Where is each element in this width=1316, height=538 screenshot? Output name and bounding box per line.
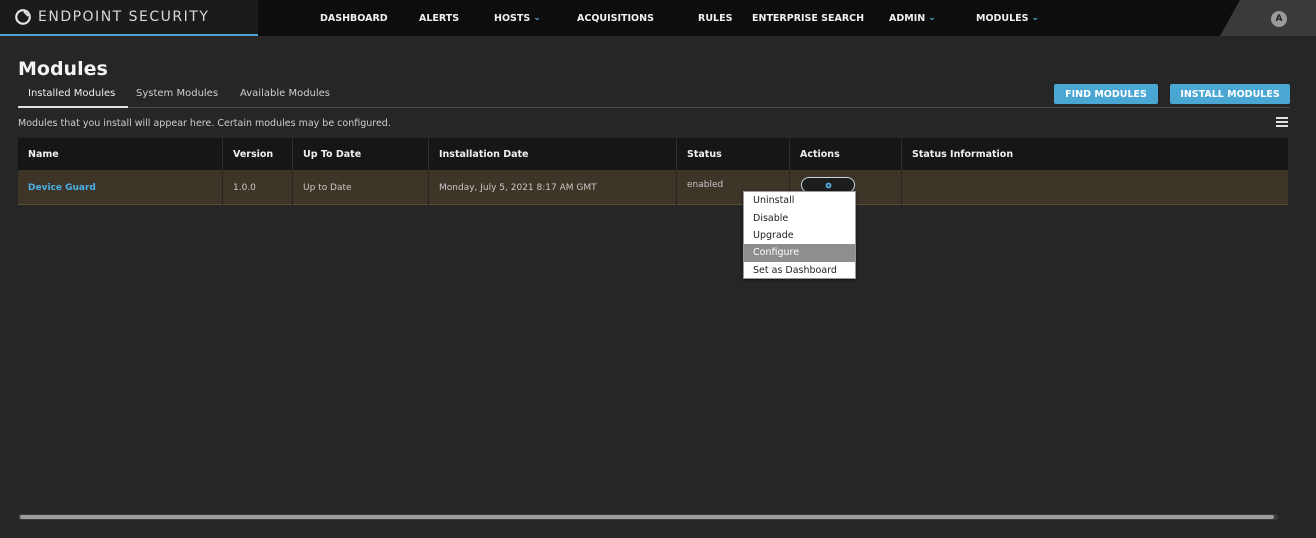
column-header-actions[interactable]: Actions	[789, 138, 901, 170]
module-installation-date: Monday, July 5, 2021 8:17 AM GMT	[428, 170, 676, 205]
menu-item-upgrade[interactable]: Upgrade	[744, 227, 855, 244]
menu-item-configure[interactable]: Configure	[744, 244, 855, 262]
tab-installed-modules[interactable]: Installed Modules	[28, 88, 115, 99]
table-row[interactable]: Device Guard 1.0.0 Up to Date Monday, Ju…	[18, 170, 1288, 205]
menu-item-uninstall[interactable]: Uninstall	[744, 192, 855, 209]
column-header-installation-date[interactable]: Installation Date	[428, 138, 676, 170]
nav-modules-label: MODULES	[976, 12, 1029, 24]
nav-rules-label: RULES	[698, 12, 733, 24]
nav-acquisitions[interactable]: ACQUISITIONS	[577, 0, 654, 36]
nav-dashboard[interactable]: DASHBOARD	[320, 0, 388, 36]
top-navigation-bar: ENDPOINT SECURITY DASHBOARD ALERTS HOSTS…	[0, 0, 1316, 36]
table-header: Name Version Up To Date Installation Dat…	[18, 138, 1288, 170]
nav-hosts-label: HOSTS	[494, 12, 531, 24]
brand-name: ENDPOINT SECURITY	[38, 9, 210, 25]
chevron-down-icon: ⌄	[533, 13, 541, 23]
list-view-icon[interactable]	[1276, 117, 1288, 127]
avatar[interactable]: A	[1271, 11, 1287, 27]
nav-modules[interactable]: MODULES ⌄	[976, 0, 1039, 36]
nav-dashboard-label: DASHBOARD	[320, 12, 388, 24]
column-header-name[interactable]: Name	[18, 138, 222, 170]
install-modules-button[interactable]: INSTALL MODULES	[1170, 84, 1290, 104]
chevron-down-icon: ⌄	[1031, 13, 1040, 23]
nav-admin[interactable]: ADMIN ⌄	[889, 0, 936, 36]
nav-rules[interactable]: RULES	[698, 0, 732, 36]
tab-divider	[18, 107, 1290, 108]
page-description: Modules that you install will appear her…	[18, 118, 391, 129]
column-header-status[interactable]: Status	[676, 138, 789, 170]
module-version: 1.0.0	[222, 170, 292, 205]
nav-alerts-label: ALERTS	[419, 12, 460, 24]
tab-available-modules[interactable]: Available Modules	[240, 88, 330, 99]
module-up-to-date: Up to Date	[292, 170, 428, 205]
module-status-information	[901, 170, 1288, 205]
find-modules-button[interactable]: FIND MODULES	[1054, 84, 1158, 104]
page-title: Modules	[18, 58, 108, 80]
horizontal-scrollbar-thumb[interactable]	[20, 515, 1274, 519]
menu-item-set-as-dashboard[interactable]: Set as Dashboard	[744, 262, 855, 279]
nav-enterprise-search[interactable]: ENTERPRISE SEARCH	[752, 0, 864, 36]
tab-system-modules[interactable]: System Modules	[136, 88, 218, 99]
menu-item-disable[interactable]: Disable	[744, 209, 855, 226]
nav-admin-label: ADMIN	[889, 12, 926, 24]
logo-icon	[15, 9, 31, 25]
brand[interactable]: ENDPOINT SECURITY	[0, 0, 258, 36]
chevron-down-icon: ⌄	[928, 13, 936, 23]
column-header-version[interactable]: Version	[222, 138, 292, 170]
nav-hosts[interactable]: HOSTS ⌄	[494, 0, 541, 36]
column-header-status-information[interactable]: Status Information	[901, 138, 1288, 170]
actions-dropdown-menu: Uninstall Disable Upgrade Configure Set …	[743, 191, 856, 279]
module-name-link[interactable]: Device Guard	[18, 170, 222, 205]
active-tab-indicator	[18, 106, 128, 108]
topbar-user-area	[1220, 0, 1316, 36]
nav-acquisitions-label: ACQUISITIONS	[577, 12, 654, 24]
gear-icon	[825, 182, 831, 188]
column-header-up-to-date[interactable]: Up To Date	[292, 138, 428, 170]
nav-alerts[interactable]: ALERTS	[419, 0, 459, 36]
nav-enterprise-search-label: ENTERPRISE SEARCH	[752, 12, 865, 24]
